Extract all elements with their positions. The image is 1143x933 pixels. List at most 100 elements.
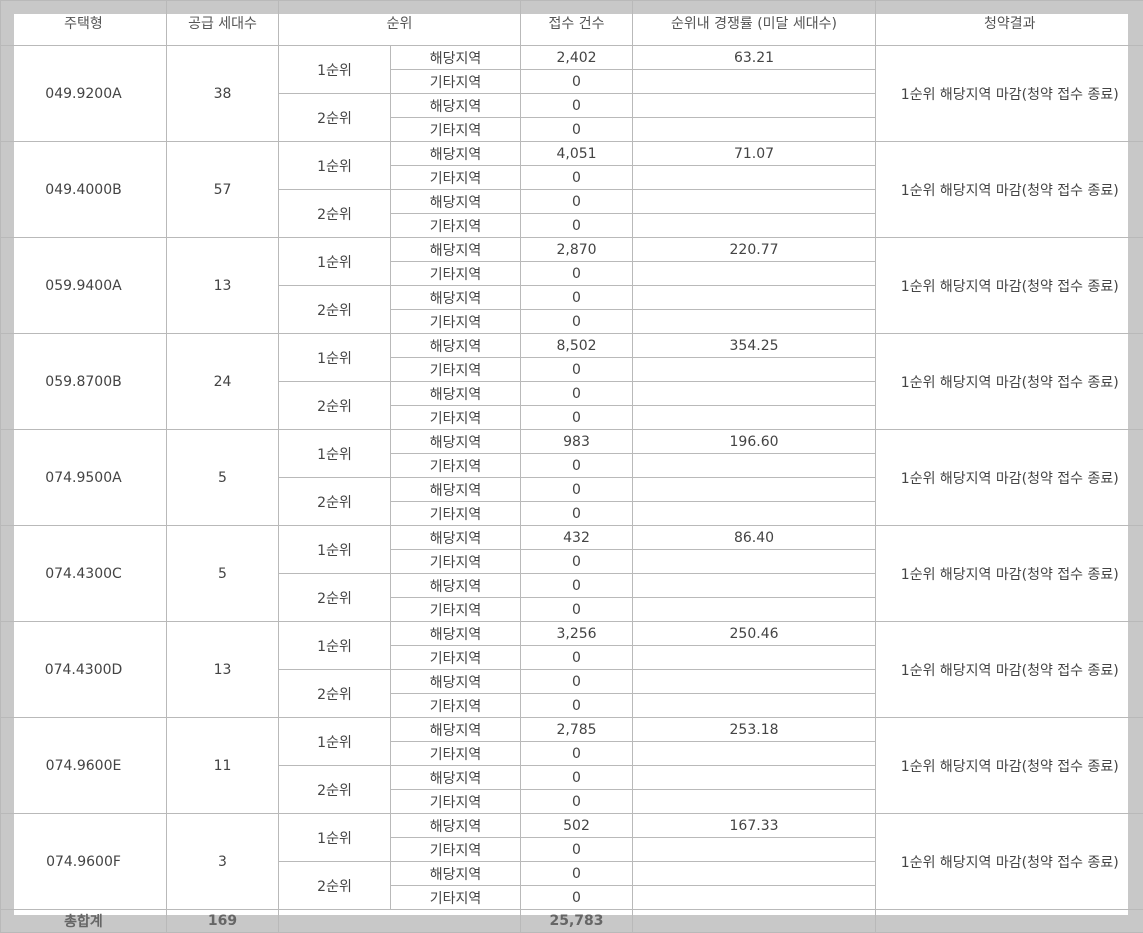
housing-type-cell: 059.8700B xyxy=(1,334,167,430)
ratio-cell xyxy=(633,406,876,430)
applicants-cell: 0 xyxy=(521,286,633,310)
table-row: 049.4000B571순위해당지역4,05171.071순위 해당지역 마감(… xyxy=(1,142,1143,166)
area-label-cell: 기타지역 xyxy=(391,550,521,574)
area-label-cell: 기타지역 xyxy=(391,790,521,814)
ratio-cell xyxy=(633,790,876,814)
header-applicants: 접수 건수 xyxy=(521,1,633,46)
area-label-cell: 해당지역 xyxy=(391,766,521,790)
table-row: 074.4300D131순위해당지역3,256250.461순위 해당지역 마감… xyxy=(1,622,1143,646)
supply-units-cell: 5 xyxy=(167,430,279,526)
applicants-cell: 0 xyxy=(521,766,633,790)
area-label-cell: 기타지역 xyxy=(391,214,521,238)
ratio-cell xyxy=(633,550,876,574)
area-label-cell: 기타지역 xyxy=(391,166,521,190)
area-label-cell: 해당지역 xyxy=(391,382,521,406)
ratio-cell xyxy=(633,598,876,622)
result-cell: 1순위 해당지역 마감(청약 접수 종료) xyxy=(876,334,1143,430)
ratio-cell xyxy=(633,478,876,502)
applicants-cell: 0 xyxy=(521,838,633,862)
area-label-cell: 기타지역 xyxy=(391,502,521,526)
applicants-cell: 0 xyxy=(521,94,633,118)
housing-type-cell: 074.9600F xyxy=(1,814,167,910)
ratio-cell xyxy=(633,214,876,238)
ratio-cell xyxy=(633,166,876,190)
area-label-cell: 해당지역 xyxy=(391,238,521,262)
rank-label-cell: 2순위 xyxy=(279,190,391,238)
rank-label-cell: 1순위 xyxy=(279,238,391,286)
housing-type-cell: 074.9600E xyxy=(1,718,167,814)
ratio-cell xyxy=(633,358,876,382)
supply-units-cell: 24 xyxy=(167,334,279,430)
applicants-cell: 0 xyxy=(521,574,633,598)
result-cell: 1순위 해당지역 마감(청약 접수 종료) xyxy=(876,622,1143,718)
ratio-cell xyxy=(633,310,876,334)
area-label-cell: 해당지역 xyxy=(391,622,521,646)
area-label-cell: 해당지역 xyxy=(391,430,521,454)
rank-label-cell: 2순위 xyxy=(279,862,391,910)
ratio-cell xyxy=(633,886,876,910)
table-row: 074.9600E111순위해당지역2,785253.181순위 해당지역 마감… xyxy=(1,718,1143,742)
area-label-cell: 기타지역 xyxy=(391,310,521,334)
header-row: 주택형 공급 세대수 순위 접수 건수 순위내 경쟁률 (미달 세대수) 청약결… xyxy=(1,1,1143,46)
total-supply-cell: 169 xyxy=(167,910,279,933)
table-row: 059.9400A131순위해당지역2,870220.771순위 해당지역 마감… xyxy=(1,238,1143,262)
ratio-cell xyxy=(633,742,876,766)
area-label-cell: 기타지역 xyxy=(391,646,521,670)
result-cell: 1순위 해당지역 마감(청약 접수 종료) xyxy=(876,238,1143,334)
total-label-cell: 총합계 xyxy=(1,910,167,933)
applicants-cell: 2,785 xyxy=(521,718,633,742)
result-cell: 1순위 해당지역 마감(청약 접수 종료) xyxy=(876,718,1143,814)
ratio-cell xyxy=(633,382,876,406)
area-label-cell: 기타지역 xyxy=(391,742,521,766)
area-label-cell: 해당지역 xyxy=(391,574,521,598)
ratio-cell: 63.21 xyxy=(633,46,876,70)
area-label-cell: 해당지역 xyxy=(391,862,521,886)
applicants-cell: 2,402 xyxy=(521,46,633,70)
supply-units-cell: 13 xyxy=(167,622,279,718)
applicants-cell: 983 xyxy=(521,430,633,454)
ratio-cell xyxy=(633,838,876,862)
ratio-cell: 354.25 xyxy=(633,334,876,358)
area-label-cell: 기타지역 xyxy=(391,406,521,430)
result-cell: 1순위 해당지역 마감(청약 접수 종료) xyxy=(876,142,1143,238)
applicants-cell: 2,870 xyxy=(521,238,633,262)
rank-label-cell: 1순위 xyxy=(279,334,391,382)
area-label-cell: 해당지역 xyxy=(391,718,521,742)
rank-label-cell: 2순위 xyxy=(279,574,391,622)
ratio-cell xyxy=(633,286,876,310)
ratio-cell xyxy=(633,70,876,94)
total-ratio-cell xyxy=(633,910,876,933)
housing-type-cell: 074.9500A xyxy=(1,430,167,526)
result-cell: 1순위 해당지역 마감(청약 접수 종료) xyxy=(876,430,1143,526)
ratio-cell xyxy=(633,694,876,718)
applicants-cell: 432 xyxy=(521,526,633,550)
ratio-cell xyxy=(633,862,876,886)
rank-label-cell: 2순위 xyxy=(279,670,391,718)
rank-label-cell: 1순위 xyxy=(279,622,391,670)
supply-units-cell: 3 xyxy=(167,814,279,910)
rank-label-cell: 2순위 xyxy=(279,94,391,142)
result-cell: 1순위 해당지역 마감(청약 접수 종료) xyxy=(876,46,1143,142)
applicants-cell: 0 xyxy=(521,478,633,502)
area-label-cell: 해당지역 xyxy=(391,526,521,550)
table-row: 049.9200A381순위해당지역2,40263.211순위 해당지역 마감(… xyxy=(1,46,1143,70)
housing-type-cell: 059.9400A xyxy=(1,238,167,334)
ratio-cell: 71.07 xyxy=(633,142,876,166)
header-ratio: 순위내 경쟁률 (미달 세대수) xyxy=(633,1,876,46)
rank-label-cell: 1순위 xyxy=(279,46,391,94)
area-label-cell: 해당지역 xyxy=(391,190,521,214)
applicants-cell: 0 xyxy=(521,454,633,478)
supply-units-cell: 13 xyxy=(167,238,279,334)
applicants-cell: 0 xyxy=(521,262,633,286)
ratio-cell: 220.77 xyxy=(633,238,876,262)
ratio-cell xyxy=(633,454,876,478)
total-rank-cell xyxy=(279,910,521,933)
area-label-cell: 해당지역 xyxy=(391,478,521,502)
ratio-cell xyxy=(633,262,876,286)
ratio-cell: 86.40 xyxy=(633,526,876,550)
applicants-cell: 0 xyxy=(521,670,633,694)
rank-label-cell: 2순위 xyxy=(279,478,391,526)
applicants-cell: 0 xyxy=(521,694,633,718)
applicants-cell: 0 xyxy=(521,190,633,214)
rank-label-cell: 1순위 xyxy=(279,718,391,766)
